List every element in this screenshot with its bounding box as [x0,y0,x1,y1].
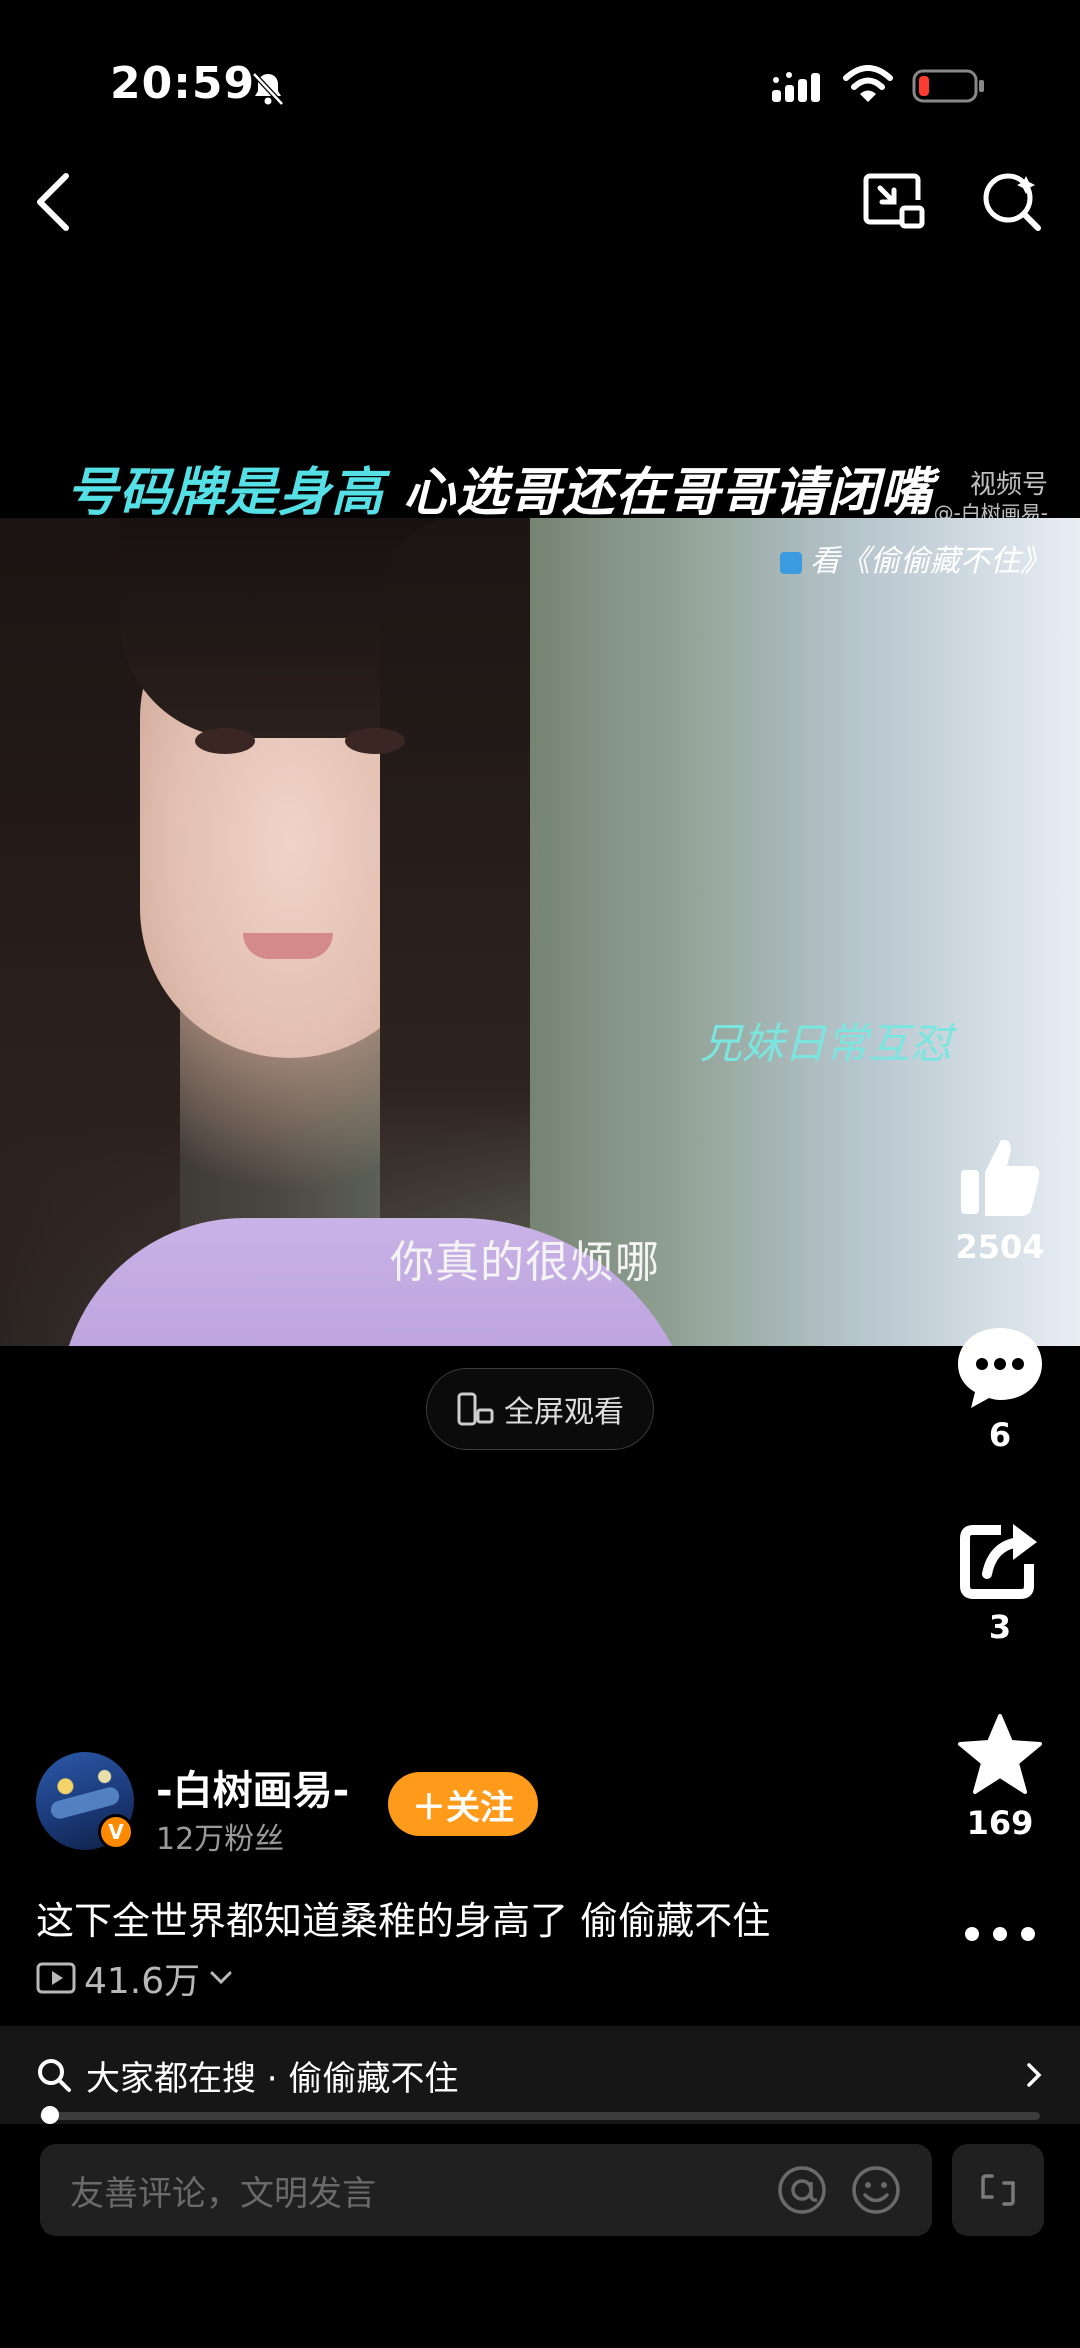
chevron-right-icon [1027,2063,1042,2087]
video-progress-handle[interactable] [41,2106,59,2124]
video-scene-mouth [243,933,333,959]
watermark-line1: 视频号 [969,470,1048,500]
comment-button[interactable]: 6 [940,1324,1060,1454]
video-scene-eye-left [195,728,255,754]
fullscreen-button[interactable]: 全屏观看 [426,1368,654,1450]
share-icon [960,1524,1037,1599]
subtitle-cyan-part: 号码牌是身高 [66,463,385,523]
watch-tag: 看《偷偷藏不住》 [780,536,1050,580]
play-count[interactable]: 41.6万 [36,1952,234,2004]
cast-screen-button[interactable] [862,172,926,232]
comment-input[interactable]: 友善评论，文明发言 [40,2144,932,2236]
play-icon [36,1962,76,1994]
star-icon [958,1714,1042,1794]
search-icon [38,2059,71,2092]
expand-comment-button[interactable] [952,2144,1044,2236]
video-description[interactable]: 这下全世界都知道桑稚的身高了 偷偷藏不住 [36,1890,770,1945]
video-scene-hair-right [380,518,530,1338]
comment-placeholder: 友善评论，文明发言 [70,2173,376,2214]
phone-rotate-icon [457,1392,494,1426]
bell-off-icon [252,72,284,106]
follow-button[interactable]: ＋关注 [388,1772,538,1836]
watch-tag-text: 看《偷偷藏不住》 [810,544,1050,579]
video-watermark: 视频号 @-白树画易- [934,470,1048,525]
search-suggestion-row[interactable]: 大家都在搜 · 偷偷藏不住 [0,2026,1080,2124]
share-button[interactable]: 3 [940,1520,1060,1646]
author-name[interactable]: -白树画易- [156,1758,349,1816]
signal-icon [772,72,820,102]
video-caption-white: 你真的很烦哪 [390,1237,660,1288]
back-button[interactable] [28,170,80,234]
at-mention-icon[interactable] [776,2164,828,2216]
author-fans-count: 12万粉丝 [156,1822,285,1857]
chevron-down-icon [210,1971,232,1985]
more-button[interactable] [940,1922,1060,1946]
share-count: 3 [988,1608,1012,1646]
status-time: 20:59 [110,58,256,109]
wifi-icon [843,65,893,102]
search-button[interactable] [980,170,1042,232]
like-button[interactable]: 2504 [940,1132,1060,1266]
search-suggestion-text: 大家都在搜 · 偷偷藏不住 [86,2058,459,2099]
video-scene-eye-right [345,728,405,754]
video-caption-cyan: 兄妹日常互怼 [700,1019,953,1068]
emoji-icon[interactable] [850,2164,902,2216]
video-player[interactable] [0,518,1080,1346]
fullscreen-label: 全屏观看 [504,1395,624,1430]
verified-badge: V [98,1814,134,1850]
favorite-count: 169 [966,1804,1034,1842]
thumbs-up-icon [961,1139,1040,1216]
battery-icon [912,69,984,103]
video-progress-bar[interactable] [40,2112,1040,2120]
comment-count: 6 [988,1416,1012,1454]
like-count: 2504 [955,1228,1045,1266]
comment-bubble-icon [958,1328,1042,1408]
subtitle-white-part: 心选哥还在哥哥请闭嘴 [403,463,934,523]
more-dots-icon [965,1927,1035,1941]
favorite-button[interactable]: 169 [940,1712,1060,1842]
tv-icon [780,551,802,574]
expand-icon [981,2174,1015,2206]
video-top-subtitle: 号码牌是身高 心选哥还在哥哥请闭嘴 [66,450,933,525]
play-count-value: 41.6万 [84,1961,201,2002]
